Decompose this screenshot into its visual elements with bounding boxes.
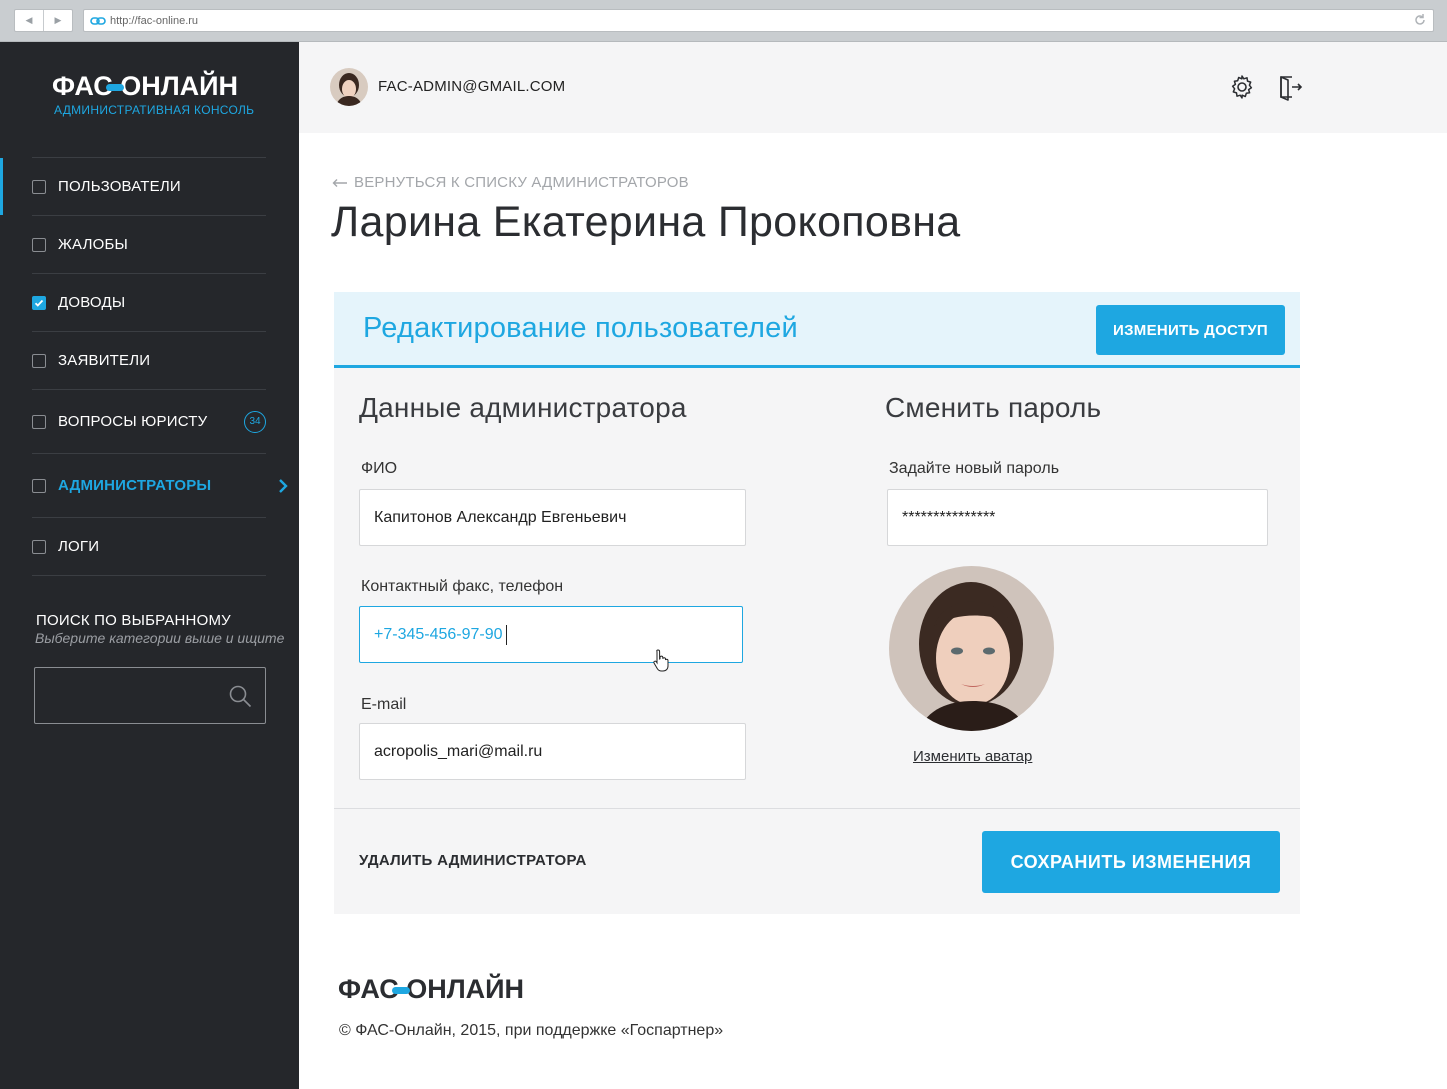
sidebar-item-administrators[interactable]: АДМИНИСТРАТОРЫ	[32, 454, 288, 518]
forward-arrow-icon[interactable]: ▶	[43, 10, 72, 31]
sidebar-item-label: ДОВОДЫ	[58, 294, 126, 311]
checkbox[interactable]	[32, 237, 46, 252]
phone-label: Контактный факс, телефон	[361, 578, 564, 595]
phone-input[interactable]	[360, 607, 742, 662]
fio-input[interactable]	[360, 490, 745, 545]
password-field[interactable]	[887, 489, 1268, 546]
checkbox[interactable]	[32, 179, 46, 194]
count-badge: 34	[244, 410, 266, 433]
delete-admin-button[interactable]: УДАЛИТЬ АДМИНИСТРАТОРА	[359, 852, 587, 869]
sidebar-item-complaints[interactable]: ЖАЛОБЫ	[32, 216, 266, 274]
logout-icon[interactable]	[1276, 73, 1304, 101]
checkmark-icon	[34, 299, 44, 307]
card-divider	[334, 808, 1300, 809]
sidebar-menu: ПОЛЬЗОВАТЕЛИ ЖАЛОБЫ ДОВОДЫ ЗАЯВИТЕЛИ ВОП…	[0, 157, 288, 576]
fio-label: ФИО	[361, 460, 398, 477]
new-password-label: Задайте новый пароль	[889, 460, 1060, 477]
sidebar-item-label: АДМИНИСТРАТОРЫ	[58, 477, 212, 494]
avatar-image	[330, 68, 368, 106]
logo-text: ФАС ОНЛАЙН	[52, 70, 238, 101]
sidebar-item-users[interactable]: ПОЛЬЗОВАТЕЛИ	[0, 158, 266, 216]
arrow-left-icon	[332, 178, 347, 187]
checkbox[interactable]	[32, 414, 46, 429]
back-arrow-icon[interactable]: ◀	[15, 10, 43, 31]
reload-icon[interactable]	[1413, 13, 1427, 27]
app-logo[interactable]: ФАС ОНЛАЙН	[52, 67, 242, 107]
text-caret	[506, 625, 507, 645]
sidebar-item-applicants[interactable]: ЗАЯВИТЕЛИ	[32, 332, 266, 390]
search-field[interactable]	[34, 667, 266, 724]
gear-icon[interactable]	[1228, 73, 1256, 101]
change-avatar-link[interactable]: Изменить аватар	[913, 748, 1032, 765]
checkbox[interactable]	[32, 478, 46, 493]
search-input[interactable]	[35, 668, 215, 723]
chevron-right-icon	[279, 478, 288, 493]
search-icon[interactable]	[228, 684, 253, 709]
phone-field[interactable]	[359, 606, 743, 663]
address-bar[interactable]: http://fac-online.ru	[83, 9, 1434, 32]
change-password-title: Сменить пароль	[885, 392, 1102, 423]
user-avatar[interactable]	[330, 68, 368, 106]
sidebar-item-label: ВОПРОСЫ ЮРИСТУ	[58, 413, 208, 430]
sidebar-item-label: ЛОГИ	[58, 538, 100, 555]
avatar-image	[889, 566, 1054, 731]
email-field[interactable]	[359, 723, 746, 780]
admin-avatar[interactable]	[889, 566, 1054, 731]
user-email[interactable]: FAC-ADMIN@GMAIL.COM	[378, 78, 565, 95]
browser-nav-buttons: ◀ ▶	[14, 9, 73, 32]
sidebar-item-lawyer-questions[interactable]: ВОПРОСЫ ЮРИСТУ 34	[32, 390, 266, 454]
address-url: http://fac-online.ru	[110, 14, 199, 27]
edit-card: Редактирование пользователей ИЗМЕНИТЬ ДО…	[334, 292, 1300, 914]
checkbox-checked[interactable]	[32, 295, 46, 310]
search-hint: Выберите категории выше и ищите	[35, 630, 285, 646]
sidebar-item-logs[interactable]: ЛОГИ	[32, 518, 266, 576]
checkbox[interactable]	[32, 539, 46, 554]
sidebar-item-label: ЗАЯВИТЕЛИ	[58, 352, 151, 369]
top-header: FAC-ADMIN@GMAIL.COM	[299, 42, 1447, 133]
browser-toolbar: ◀ ▶ http://fac-online.ru	[0, 0, 1447, 42]
footer-logo[interactable]: ФАС ОНЛАЙН	[338, 971, 528, 1007]
page-title: Ларина Екатерина Прокоповна	[331, 198, 961, 246]
card-title: Редактирование пользователей	[363, 312, 798, 344]
link-icon	[90, 16, 106, 25]
back-link-label: ВЕРНУТЬСЯ К СПИСКУ АДМИНИСТРАТОРОВ	[354, 174, 689, 191]
card-header: Редактирование пользователей ИЗМЕНИТЬ ДО…	[334, 292, 1300, 368]
footer-copyright: © ФАС-Онлайн, 2015, при поддержке «Госпа…	[339, 1022, 724, 1039]
save-changes-button[interactable]: СОХРАНИТЬ ИЗМЕНЕНИЯ	[982, 831, 1280, 893]
search-title: ПОИСК ПО ВЫБРАННОМУ	[36, 612, 231, 629]
change-access-button[interactable]: ИЗМЕНИТЬ ДОСТУП	[1096, 305, 1285, 355]
password-input[interactable]	[888, 490, 1267, 545]
sidebar: ФАС ОНЛАЙН АДМИНИСТРАТИВНАЯ КОНСОЛЬ ПОЛЬ…	[0, 42, 299, 1089]
checkbox[interactable]	[32, 353, 46, 368]
sidebar-item-label: ЖАЛОБЫ	[58, 236, 129, 253]
fio-field[interactable]	[359, 489, 746, 546]
sidebar-item-arguments[interactable]: ДОВОДЫ	[32, 274, 266, 332]
logo-subtitle: АДМИНИСТРАТИВНАЯ КОНСОЛЬ	[54, 103, 255, 117]
footer-logo-text: ФАС ОНЛАЙН	[338, 973, 524, 1004]
email-label: E-mail	[361, 696, 407, 713]
back-link[interactable]: ВЕРНУТЬСЯ К СПИСКУ АДМИНИСТРАТОРОВ	[332, 174, 689, 191]
sidebar-item-label: ПОЛЬЗОВАТЕЛИ	[58, 178, 181, 195]
email-input[interactable]	[360, 724, 745, 779]
admin-data-title: Данные администратора	[359, 392, 687, 423]
